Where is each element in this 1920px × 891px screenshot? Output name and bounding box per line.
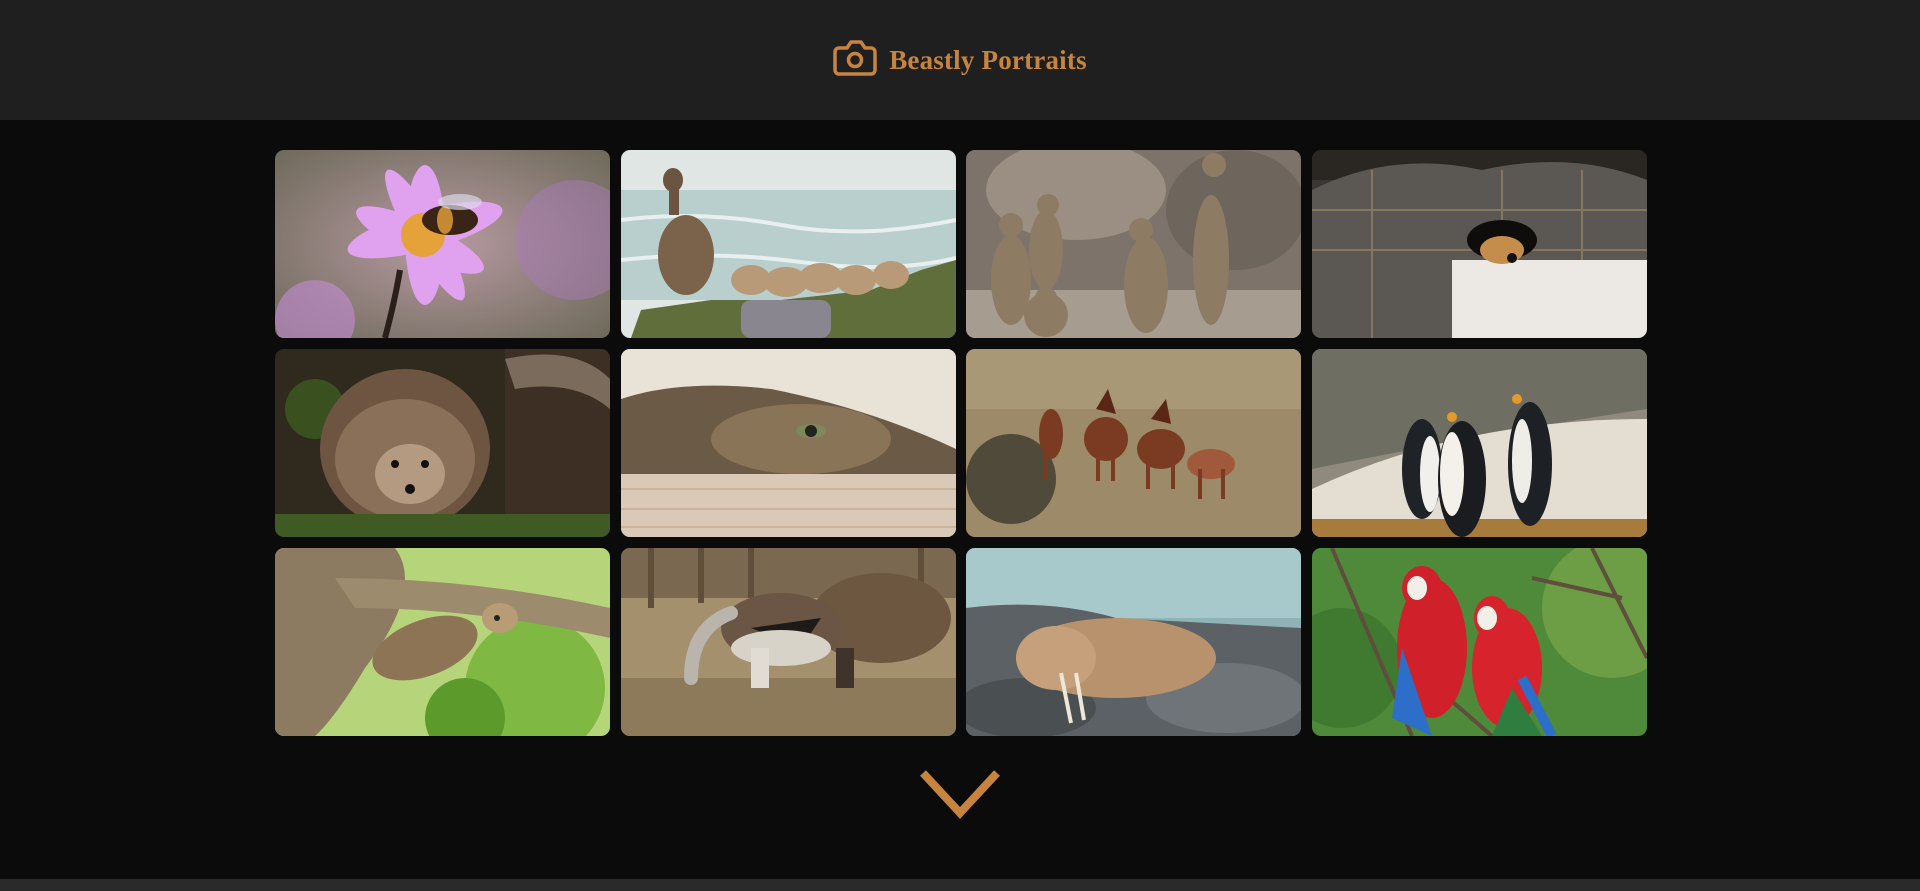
photo-bee-on-flower[interactable] [275, 150, 610, 338]
photo-anteater[interactable] [620, 548, 956, 736]
photo-hedgehog[interactable] [275, 349, 610, 537]
photo-horses-on-hillside[interactable] [966, 349, 1302, 537]
photo-dog-under-blanket[interactable] [1311, 150, 1647, 338]
photo-sloth-in-tree[interactable] [275, 548, 610, 736]
photo-meerkats[interactable] [966, 150, 1302, 338]
photo-walrus-on-rocks[interactable] [966, 548, 1302, 736]
photo-macaw-parrots[interactable] [1311, 548, 1647, 736]
camera-icon [833, 38, 877, 82]
footer-bar [0, 879, 1920, 891]
chevron-down-icon [919, 770, 1001, 825]
site-header: Beastly Portraits [0, 0, 1920, 120]
site-title: Beastly Portraits [889, 44, 1087, 75]
load-more-chevron-button[interactable] [919, 769, 1001, 821]
photo-gallery [275, 150, 1647, 736]
brand-logo-link[interactable]: Beastly Portraits [833, 38, 1087, 82]
photo-cat-under-blanket[interactable] [620, 349, 956, 537]
photo-penguins[interactable] [1311, 349, 1647, 537]
photo-duck-with-ducklings[interactable] [620, 150, 956, 338]
